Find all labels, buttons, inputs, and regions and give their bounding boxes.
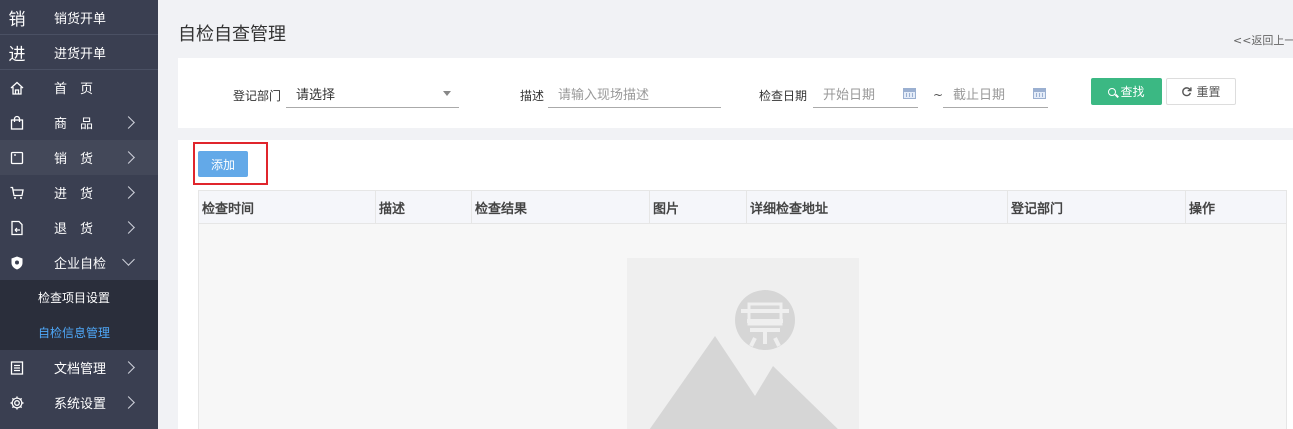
- sidebar-item-label: 首 页: [54, 82, 94, 97]
- desc-input[interactable]: 请输入现场描述: [548, 80, 721, 108]
- home-icon: [8, 79, 26, 97]
- cart-icon: [8, 184, 26, 202]
- column-header[interactable]: 操作: [1186, 191, 1286, 224]
- empty-mountain-icon: [649, 290, 838, 429]
- sidebar-item-label: 退 货: [54, 222, 94, 237]
- reset-button[interactable]: 重置: [1166, 78, 1236, 105]
- quick-purchase-order[interactable]: 进 进货开单: [0, 35, 158, 70]
- sidebar: 销 销货开单 进 进货开单 首 页 商 品 销 货 进 货 退 货 企业自检 检…: [0, 0, 158, 429]
- content-panel: 添加 检查时间 描述 检查结果 图片 详细检查地址 登记部门 操作: [178, 140, 1293, 429]
- quick-purchase-order-label: 进货开单: [54, 46, 107, 62]
- desc-label: 描述: [520, 89, 545, 103]
- submenu-item-inspection-info[interactable]: 自检信息管理: [0, 315, 158, 350]
- quick-sales-order-label: 销货开单: [54, 11, 107, 27]
- sidebar-item-goods[interactable]: 商 品: [0, 105, 158, 140]
- page-title: 自检自查管理: [178, 24, 286, 45]
- sidebar-item-label: 文档管理: [54, 362, 107, 377]
- search-button-label: 查找: [1120, 85, 1145, 99]
- quick-sales-order[interactable]: 销 销货开单: [0, 0, 158, 35]
- chevron-down-icon: [122, 253, 135, 266]
- column-header[interactable]: 检查时间: [199, 191, 376, 224]
- document-icon: [8, 359, 26, 377]
- start-date-placeholder: 开始日期: [823, 88, 876, 103]
- sidebar-item-label: 商 品: [54, 117, 94, 132]
- sidebar-item-documents[interactable]: 文档管理: [0, 350, 158, 385]
- add-button[interactable]: 添加: [198, 151, 248, 177]
- sidebar-item-returns[interactable]: 退 货: [0, 210, 158, 245]
- shield-icon: [8, 254, 26, 272]
- chevron-right-icon: [122, 221, 135, 234]
- desc-input-placeholder: 请输入现场描述: [558, 88, 650, 103]
- filter-panel: 登记部门 请选择 描述 请输入现场描述 检查日期 开始日期 ~ 截止日期 查找 …: [178, 58, 1293, 128]
- sidebar-item-system-settings[interactable]: 系统设置: [0, 385, 158, 420]
- chevron-right-icon: [122, 361, 135, 374]
- main-content: 自检自查管理 <<返回上一 登记部门 请选择 描述 请输入现场描述 检查日期 开…: [178, 0, 1293, 429]
- column-header[interactable]: 详细检查地址: [747, 191, 1008, 224]
- back-link[interactable]: <<返回上一: [1233, 32, 1293, 48]
- dept-select-value: 请选择: [296, 88, 336, 103]
- bag-icon: [8, 114, 26, 132]
- search-button[interactable]: 查找: [1091, 78, 1162, 105]
- start-date-input[interactable]: 开始日期: [813, 80, 918, 108]
- sidebar-item-label: 进 货: [54, 187, 94, 202]
- calendar-icon[interactable]: [1033, 88, 1046, 99]
- purchase-glyph-icon: 进: [8, 44, 26, 65]
- chevron-right-icon: [122, 116, 135, 129]
- end-date-input[interactable]: 截止日期: [943, 80, 1048, 108]
- caret-down-icon: [443, 91, 451, 96]
- end-date-placeholder: 截止日期: [953, 88, 1006, 103]
- page-header: 自检自查管理 <<返回上一: [178, 6, 1293, 56]
- column-header[interactable]: 检查结果: [472, 191, 650, 224]
- table-body-empty: [199, 224, 1286, 429]
- column-header[interactable]: 图片: [650, 191, 747, 224]
- inspection-table: 检查时间 描述 检查结果 图片 详细检查地址 登记部门 操作: [198, 190, 1287, 429]
- dept-label: 登记部门: [233, 89, 282, 103]
- chevron-right-icon: [122, 186, 135, 199]
- sidebar-item-home[interactable]: 首 页: [0, 70, 158, 105]
- return-icon: [8, 219, 26, 237]
- submenu-item-inspection-settings[interactable]: 检查项目设置: [0, 280, 158, 315]
- column-header[interactable]: 登记部门: [1008, 191, 1186, 224]
- sidebar-item-self-inspection[interactable]: 企业自检: [0, 245, 158, 280]
- empty-state-illustration: [627, 258, 859, 429]
- date-label: 检查日期: [759, 89, 808, 103]
- calendar-icon[interactable]: [903, 88, 916, 99]
- sidebar-item-purchase[interactable]: 进 货: [0, 175, 158, 210]
- dept-select[interactable]: 请选择: [286, 80, 459, 108]
- chevron-right-icon: [122, 151, 135, 164]
- date-range-separator: ~: [933, 88, 944, 102]
- sales-icon: [8, 149, 26, 167]
- sidebar-item-label: 企业自检: [54, 257, 107, 272]
- sidebar-item-sales[interactable]: 销 货: [0, 140, 158, 175]
- column-header[interactable]: 描述: [376, 191, 472, 224]
- sidebar-item-label: 销 货: [54, 152, 94, 167]
- table-header: 检查时间 描述 检查结果 图片 详细检查地址 登记部门 操作: [199, 191, 1286, 224]
- chevron-right-icon: [122, 396, 135, 409]
- reset-button-label: 重置: [1196, 85, 1221, 99]
- gear-icon: [8, 394, 26, 412]
- sidebar-item-label: 系统设置: [54, 397, 107, 412]
- sales-glyph-icon: 销: [8, 9, 26, 30]
- refresh-icon: [1182, 87, 1193, 97]
- search-icon: [1108, 87, 1117, 96]
